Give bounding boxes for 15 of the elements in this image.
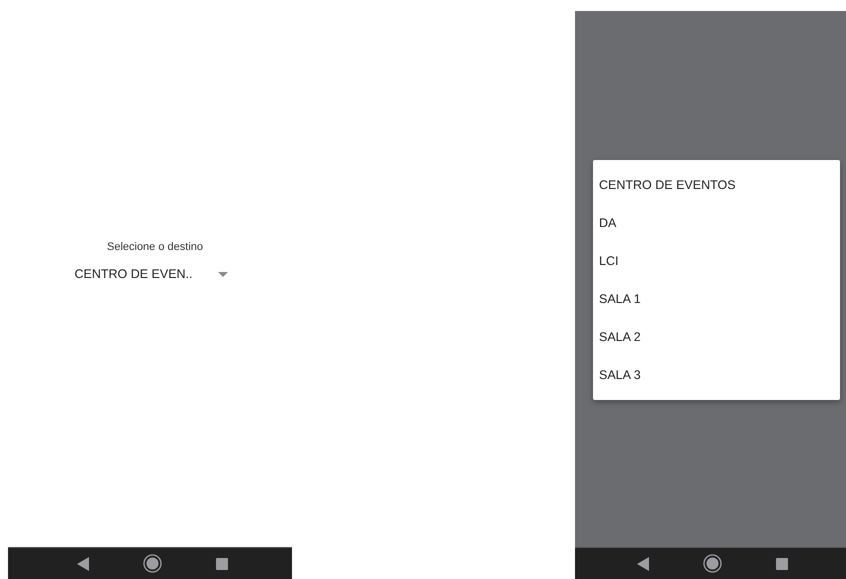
back-icon[interactable] xyxy=(637,556,649,570)
home-icon[interactable] xyxy=(703,554,722,573)
recents-icon[interactable] xyxy=(216,558,228,570)
menu-option[interactable]: SALA 1 xyxy=(593,285,840,323)
menu-option[interactable]: SALA 2 xyxy=(593,323,840,361)
menu-option[interactable]: SALA 3 xyxy=(593,361,840,391)
menu-option[interactable]: CENTRO DE EVENTOS xyxy=(593,171,840,209)
recents-icon[interactable] xyxy=(776,558,788,570)
menu-option[interactable]: LCI xyxy=(593,247,840,285)
home-icon[interactable] xyxy=(142,554,162,573)
menu-option[interactable]: DA xyxy=(593,209,840,247)
destination-dropdown[interactable]: CENTRO DE EVEN.. xyxy=(74,267,228,281)
field-label: Selecione o destino xyxy=(106,241,203,253)
caret-icon xyxy=(218,272,228,276)
back-icon[interactable] xyxy=(76,556,88,570)
